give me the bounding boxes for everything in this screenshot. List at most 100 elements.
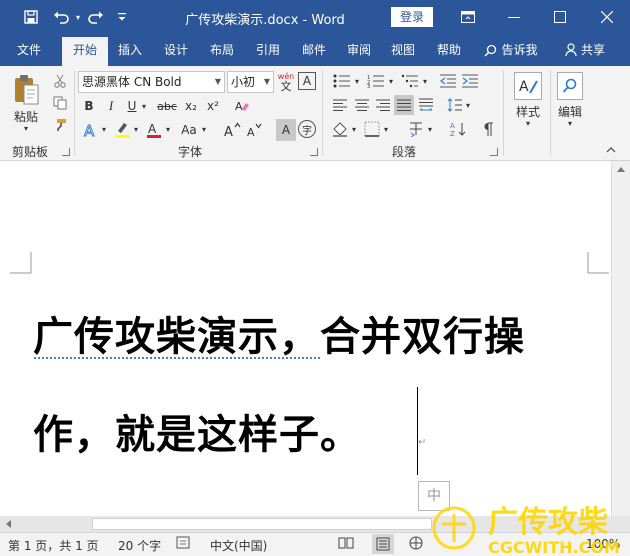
clear-formatting-icon[interactable]: A (232, 96, 252, 116)
highlight-color-icon[interactable] (112, 119, 132, 141)
shrink-font-icon[interactable]: A (244, 119, 264, 141)
paste-button[interactable]: 粘贴 (6, 108, 46, 124)
share-button[interactable]: 共享 (558, 34, 612, 66)
document-line-1[interactable]: 广传攻柴演示，合并双行操 (33, 304, 525, 362)
undo-dropdown-icon[interactable]: ▾ (72, 0, 84, 34)
horizontal-scrollbar[interactable] (0, 516, 630, 532)
styles-gallery-icon[interactable]: A (514, 72, 542, 100)
ime-mode-indicator[interactable]: 中 (418, 481, 450, 511)
bold-button[interactable]: B (82, 96, 96, 116)
phonetic-guide-button[interactable]: wén 文 (276, 70, 296, 94)
paste-icon[interactable] (10, 72, 42, 108)
character-border-button[interactable]: A (298, 72, 316, 90)
tab-file[interactable]: 文件 (6, 34, 52, 66)
close-icon[interactable] (584, 0, 630, 34)
change-case-button[interactable]: Aa (178, 119, 200, 141)
tab-mailings[interactable]: 邮件 (291, 34, 337, 66)
font-size-combo[interactable]: 小初 ▼ (227, 71, 274, 93)
increase-indent-icon[interactable] (460, 72, 480, 90)
character-shading-button[interactable]: A (276, 119, 296, 141)
underline-dropdown-icon[interactable]: ▾ (139, 96, 149, 116)
save-icon[interactable] (18, 0, 44, 34)
distributed-icon[interactable] (416, 96, 436, 114)
multilevel-dropdown-icon[interactable]: ▾ (421, 76, 429, 86)
numbering-dropdown-icon[interactable]: ▾ (387, 76, 395, 86)
document-line-2[interactable]: 作，就是这样子。 (33, 402, 361, 460)
scroll-left-icon[interactable] (5, 520, 11, 528)
italic-button[interactable]: I (104, 96, 118, 116)
tab-references[interactable]: 引用 (245, 34, 291, 66)
page-count[interactable]: 第 1 页，共 1 页 (8, 537, 99, 554)
tab-insert[interactable]: 插入 (108, 34, 152, 66)
language-indicator[interactable]: 中文(中国) (210, 537, 267, 554)
underline-button[interactable]: U (125, 96, 139, 116)
paragraph-launcher-icon[interactable] (490, 148, 498, 156)
print-layout-icon[interactable] (372, 534, 394, 554)
ribbon-display-options-icon[interactable] (445, 0, 491, 34)
borders-dropdown-icon[interactable]: ▾ (382, 124, 390, 134)
align-left-icon[interactable] (330, 96, 350, 114)
login-button[interactable]: 登录 (391, 7, 433, 27)
horizontal-scroll-thumb[interactable] (92, 518, 432, 530)
tab-view[interactable]: 视图 (381, 34, 425, 66)
chinese-layout-icon[interactable] (406, 119, 426, 139)
minimize-icon[interactable] (491, 0, 537, 34)
redo-icon[interactable] (86, 0, 106, 34)
tab-review[interactable]: 审阅 (337, 34, 381, 66)
decrease-indent-icon[interactable] (438, 72, 458, 90)
grow-font-icon[interactable]: A (222, 119, 242, 141)
format-painter-icon[interactable] (52, 117, 68, 133)
sort-icon[interactable]: AZ (448, 119, 468, 139)
shading-dropdown-icon[interactable]: ▾ (350, 124, 358, 134)
enclose-characters-button[interactable]: 字 (298, 120, 316, 138)
line-spacing-dropdown-icon[interactable]: ▾ (464, 100, 472, 110)
tab-design[interactable]: 设计 (153, 34, 199, 66)
proofing-icon[interactable] (176, 536, 192, 553)
multilevel-list-icon[interactable] (398, 72, 422, 90)
text-effects-icon[interactable]: A (80, 119, 102, 141)
justify-icon[interactable] (394, 95, 414, 115)
tell-me-search[interactable]: 告诉我 (478, 34, 544, 66)
tab-layout[interactable]: 布局 (199, 34, 245, 66)
text-effects-dropdown-icon[interactable]: ▾ (100, 124, 108, 134)
align-center-icon[interactable] (352, 96, 372, 114)
document-page[interactable]: 广传攻柴演示，合并双行操 作，就是这样子。 ↵ 中 (0, 161, 611, 516)
editing-dropdown-icon[interactable]: ▾ (565, 118, 575, 128)
change-case-dropdown-icon[interactable]: ▾ (200, 124, 208, 134)
line-spacing-icon[interactable] (446, 96, 464, 114)
paste-dropdown-icon[interactable]: ▾ (20, 123, 32, 133)
subscript-button[interactable]: x₂ (182, 96, 200, 116)
word-count[interactable]: 20 个字 (118, 537, 161, 554)
read-mode-icon[interactable] (338, 536, 354, 553)
collapse-ribbon-icon[interactable] (604, 144, 618, 156)
strikethrough-button[interactable]: abc (156, 96, 178, 116)
bullets-icon[interactable] (330, 72, 354, 90)
bullets-dropdown-icon[interactable]: ▾ (353, 76, 361, 86)
font-color-icon[interactable]: A (144, 119, 164, 141)
chinese-layout-dropdown-icon[interactable]: ▾ (426, 124, 434, 134)
vertical-scrollbar[interactable] (611, 161, 630, 516)
find-icon[interactable] (557, 72, 583, 100)
font-color-dropdown-icon[interactable]: ▾ (164, 124, 172, 134)
superscript-button[interactable]: x² (204, 96, 222, 116)
tab-help[interactable]: 帮助 (426, 34, 472, 66)
styles-dropdown-icon[interactable]: ▾ (523, 118, 533, 128)
copy-icon[interactable] (52, 95, 68, 111)
customize-toolbar-icon[interactable] (114, 0, 130, 34)
font-name-combo[interactable]: 思源黑体 CN Bold ▼ (78, 71, 225, 93)
tab-home[interactable]: 开始 (62, 37, 108, 66)
undo-icon[interactable] (50, 0, 72, 34)
show-formatting-marks-icon[interactable] (478, 119, 498, 139)
cut-icon[interactable] (52, 73, 68, 89)
highlight-dropdown-icon[interactable]: ▾ (132, 124, 140, 134)
maximize-icon[interactable] (537, 0, 583, 34)
clipboard-launcher-icon[interactable] (62, 148, 70, 156)
scroll-up-icon[interactable] (617, 166, 625, 172)
shading-icon[interactable] (330, 119, 350, 139)
font-launcher-icon[interactable] (310, 148, 318, 156)
numbering-icon[interactable]: 123 (364, 72, 388, 90)
borders-icon[interactable] (362, 119, 382, 139)
align-right-icon[interactable] (373, 96, 393, 114)
web-layout-icon[interactable] (408, 536, 424, 553)
zoom-level[interactable]: 100% (586, 537, 620, 551)
